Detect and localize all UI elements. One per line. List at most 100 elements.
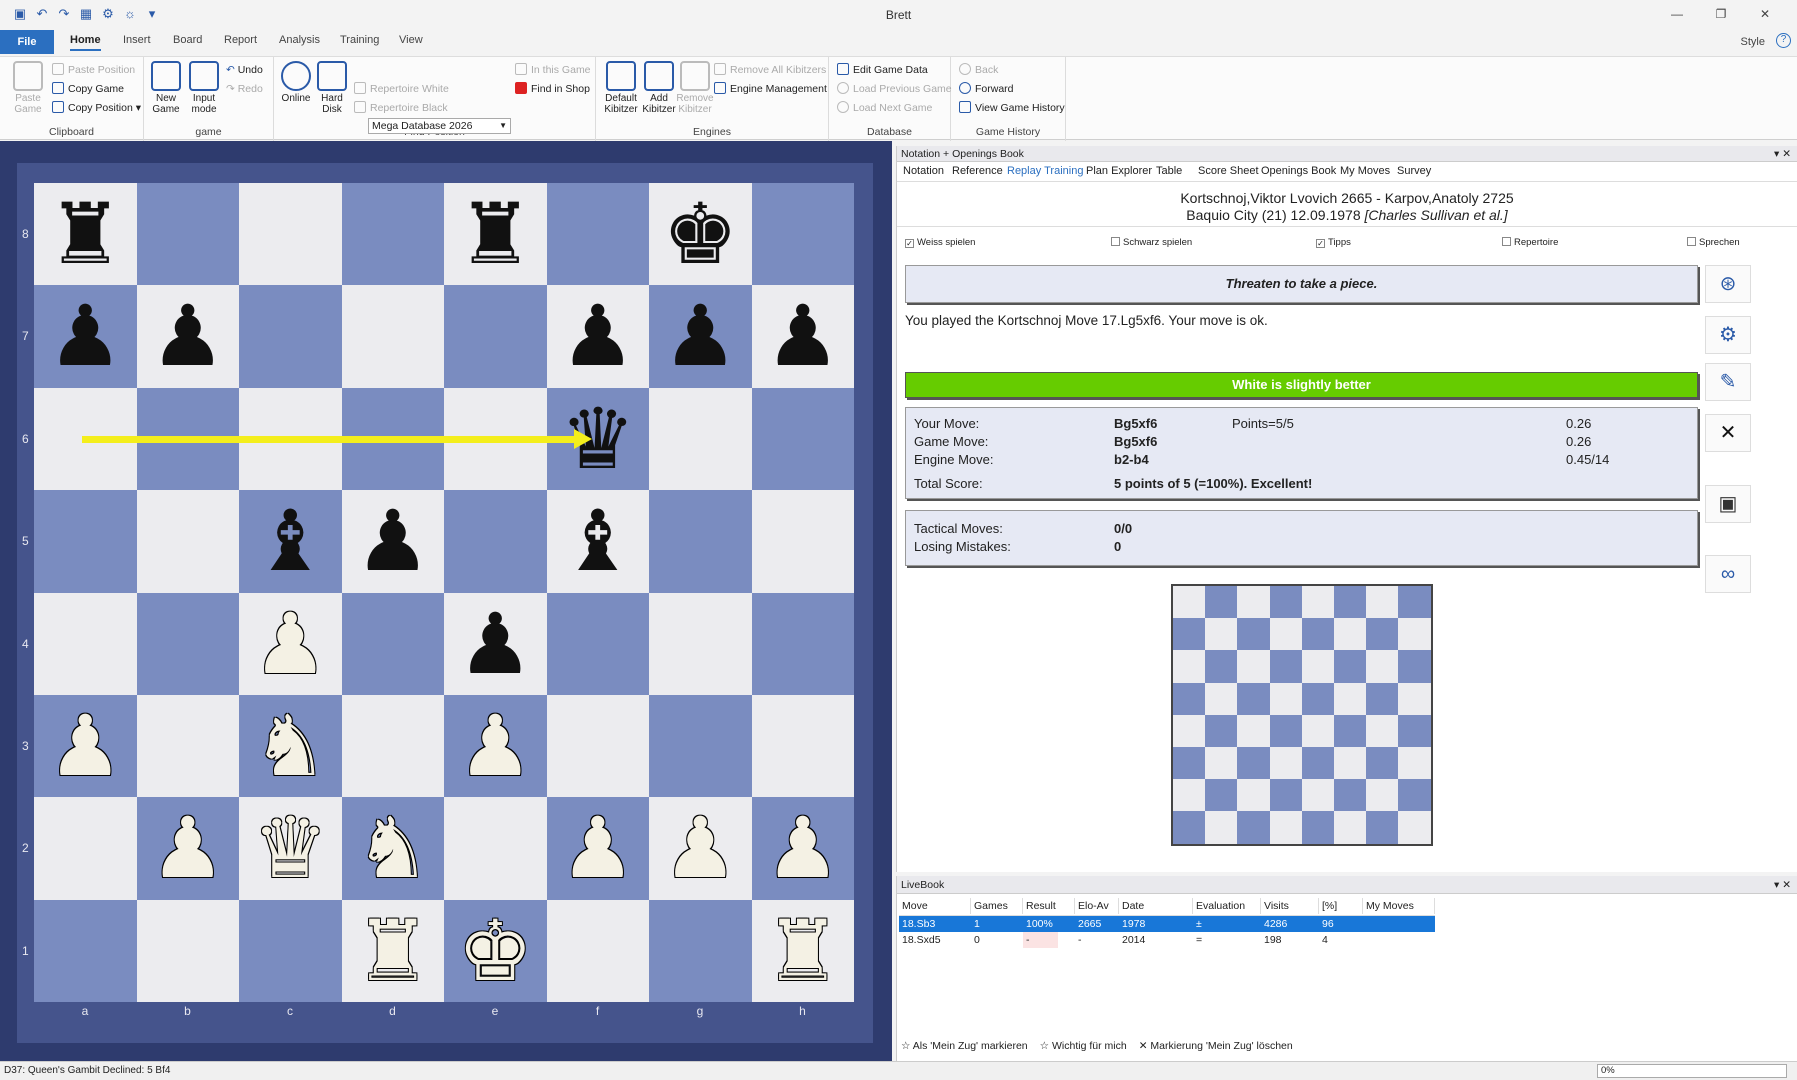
square-h4[interactable] xyxy=(751,592,854,695)
square-f1[interactable] xyxy=(546,899,649,1003)
undo-icon[interactable]: ↶ xyxy=(34,6,50,22)
view-game-history-button[interactable]: View Game History xyxy=(959,100,1065,116)
new-game-button[interactable]: New Game xyxy=(148,61,184,115)
black-rook-icon[interactable]: ♜ xyxy=(444,183,547,285)
white-pawn-icon[interactable]: ♟ xyxy=(649,797,752,899)
save-icon[interactable]: ▣ xyxy=(1705,485,1751,523)
square-f8[interactable] xyxy=(546,183,649,286)
square-d4[interactable] xyxy=(341,592,444,695)
hard-disk-button[interactable]: Hard Disk xyxy=(314,61,350,115)
save-icon[interactable]: ▣ xyxy=(12,6,28,22)
square-d7[interactable] xyxy=(341,285,444,388)
black-pawn-icon[interactable]: ♟ xyxy=(444,593,547,695)
white-queen-icon[interactable]: ♛ xyxy=(239,797,342,899)
redo-icon[interactable]: ↷ xyxy=(56,6,72,22)
glasses-icon[interactable]: ∞ xyxy=(1705,555,1751,593)
square-b5[interactable] xyxy=(136,490,239,593)
paste-game-button[interactable]: Paste Game xyxy=(10,61,46,115)
tab-replay-training[interactable]: Replay Training xyxy=(1007,165,1083,177)
style-menu[interactable]: Style xyxy=(1741,36,1765,48)
redo-button[interactable]: ↷ Redo xyxy=(226,81,263,97)
tab-plan-explorer[interactable]: Plan Explorer xyxy=(1086,165,1152,177)
black-pawn-icon[interactable]: ♟ xyxy=(752,285,855,387)
important-for-me-button[interactable]: ☆ Wichtig für mich xyxy=(1040,1040,1127,1052)
engine-management-button[interactable]: Engine Management xyxy=(714,81,827,97)
gears-icon[interactable]: ⚙ xyxy=(1705,316,1751,354)
tab-survey[interactable]: Survey xyxy=(1397,165,1431,177)
tab-table[interactable]: Table xyxy=(1156,165,1182,177)
close-icon[interactable]: ▾ ✕ xyxy=(1774,876,1791,894)
delete-mark-button[interactable]: ✕ Markierung 'Mein Zug' löschen xyxy=(1139,1040,1293,1052)
add-kibitzer-button[interactable]: Add Kibitzer xyxy=(640,61,678,115)
play-black-checkbox[interactable]: Schwarz spielen xyxy=(1111,237,1192,248)
square-g5[interactable] xyxy=(649,490,752,593)
black-pawn-icon[interactable]: ♟ xyxy=(137,285,240,387)
black-king-icon[interactable]: ♚ xyxy=(649,183,752,285)
tab-training[interactable]: Training xyxy=(340,34,379,46)
sun-icon[interactable]: ☼ xyxy=(122,6,138,22)
square-b4[interactable] xyxy=(136,592,239,695)
tab-view[interactable]: View xyxy=(399,34,423,46)
square-a5[interactable] xyxy=(34,490,137,593)
minimize-icon[interactable]: — xyxy=(1655,4,1699,24)
back-button[interactable]: Back xyxy=(959,62,998,78)
tab-openings-book[interactable]: Openings Book xyxy=(1261,165,1336,177)
dropdown-icon[interactable]: ▾ xyxy=(144,6,160,22)
in-this-game-button[interactable]: In this Game xyxy=(515,62,591,78)
remove-kibitzer-button[interactable]: Remove Kibitzer xyxy=(676,61,714,115)
speak-checkbox[interactable]: Sprechen xyxy=(1687,237,1740,248)
white-knight-icon[interactable]: ♞ xyxy=(239,695,342,797)
square-d8[interactable] xyxy=(341,183,444,286)
square-b8[interactable] xyxy=(136,183,239,286)
square-h3[interactable] xyxy=(751,695,854,798)
tab-report[interactable]: Report xyxy=(224,34,257,46)
tab-insert[interactable]: Insert xyxy=(123,34,151,46)
square-h8[interactable] xyxy=(751,183,854,286)
tab-score-sheet[interactable]: Score Sheet xyxy=(1198,165,1259,177)
square-g3[interactable] xyxy=(649,695,752,798)
white-rook-icon[interactable]: ♜ xyxy=(342,900,445,1002)
edit-game-data-button[interactable]: Edit Game Data xyxy=(837,62,928,78)
play-white-checkbox[interactable]: ✓ Weiss spielen xyxy=(905,237,975,248)
black-pawn-icon[interactable]: ♟ xyxy=(649,285,752,387)
load-previous-game-button[interactable]: Load Previous Game xyxy=(837,81,952,97)
white-pawn-icon[interactable]: ♟ xyxy=(137,797,240,899)
square-g6[interactable] xyxy=(649,387,752,491)
lifebuoy-icon[interactable]: ⊛ xyxy=(1705,265,1751,303)
black-pawn-icon[interactable]: ♟ xyxy=(34,285,137,387)
white-pawn-icon[interactable]: ♟ xyxy=(444,695,547,797)
tools-icon[interactable]: ✎ xyxy=(1705,363,1751,401)
paste-position-button[interactable]: Paste Position xyxy=(52,62,135,78)
repertoire-white-button[interactable]: Repertoire White xyxy=(354,81,449,97)
black-pawn-icon[interactable]: ♟ xyxy=(342,490,445,592)
grid-icon[interactable]: ▦ xyxy=(78,6,94,22)
square-b1[interactable] xyxy=(136,899,239,1003)
white-pawn-icon[interactable]: ♟ xyxy=(34,695,137,797)
chess-board[interactable]: ♜ ♜ ♚ ♟ ♟ ♟ ♟ ♟ ♛ ♝ ♟ ♝ ♟ ♟ ♟ ♞ ♟ ♟ ♛ ♞ ♟ ♟ ♟ ♜ ♚ ♜ xyxy=(34,183,855,1003)
repertoire-checkbox[interactable]: Repertoire xyxy=(1502,237,1558,248)
tab-file[interactable]: File xyxy=(0,30,54,54)
square-e7[interactable] xyxy=(444,285,547,388)
square-h6[interactable] xyxy=(751,387,854,491)
black-bishop-icon[interactable]: ♝ xyxy=(239,490,342,592)
square-f3[interactable] xyxy=(546,695,649,798)
remove-all-kibitzers-button[interactable]: Remove All Kibitzers xyxy=(714,62,826,78)
default-kibitzer-button[interactable]: Default Kibitzer xyxy=(602,61,640,115)
tips-checkbox[interactable]: ✓ Tipps xyxy=(1316,237,1351,248)
table-row[interactable]: 18.Sxd5 0 - - 2014 = 198 4 xyxy=(899,932,1435,948)
black-bishop-icon[interactable]: ♝ xyxy=(547,490,650,592)
close-icon[interactable]: ✕ xyxy=(1743,4,1787,24)
restore-icon[interactable]: ❐ xyxy=(1699,4,1743,24)
tab-my-moves[interactable]: My Moves xyxy=(1340,165,1390,177)
square-f4[interactable] xyxy=(546,592,649,695)
square-b3[interactable] xyxy=(136,695,239,798)
input-mode-button[interactable]: Input mode xyxy=(186,61,222,115)
database-select[interactable]: Mega Database 2026 ▼ xyxy=(368,118,511,134)
white-king-icon[interactable]: ♚ xyxy=(444,900,547,1002)
square-c1[interactable] xyxy=(239,899,342,1003)
gear-icon[interactable]: ⚙ xyxy=(100,6,116,22)
tab-home[interactable]: Home xyxy=(70,34,101,51)
square-g1[interactable] xyxy=(649,899,752,1003)
forward-button[interactable]: Forward xyxy=(959,81,1014,97)
repertoire-black-button[interactable]: Repertoire Black xyxy=(354,100,448,116)
